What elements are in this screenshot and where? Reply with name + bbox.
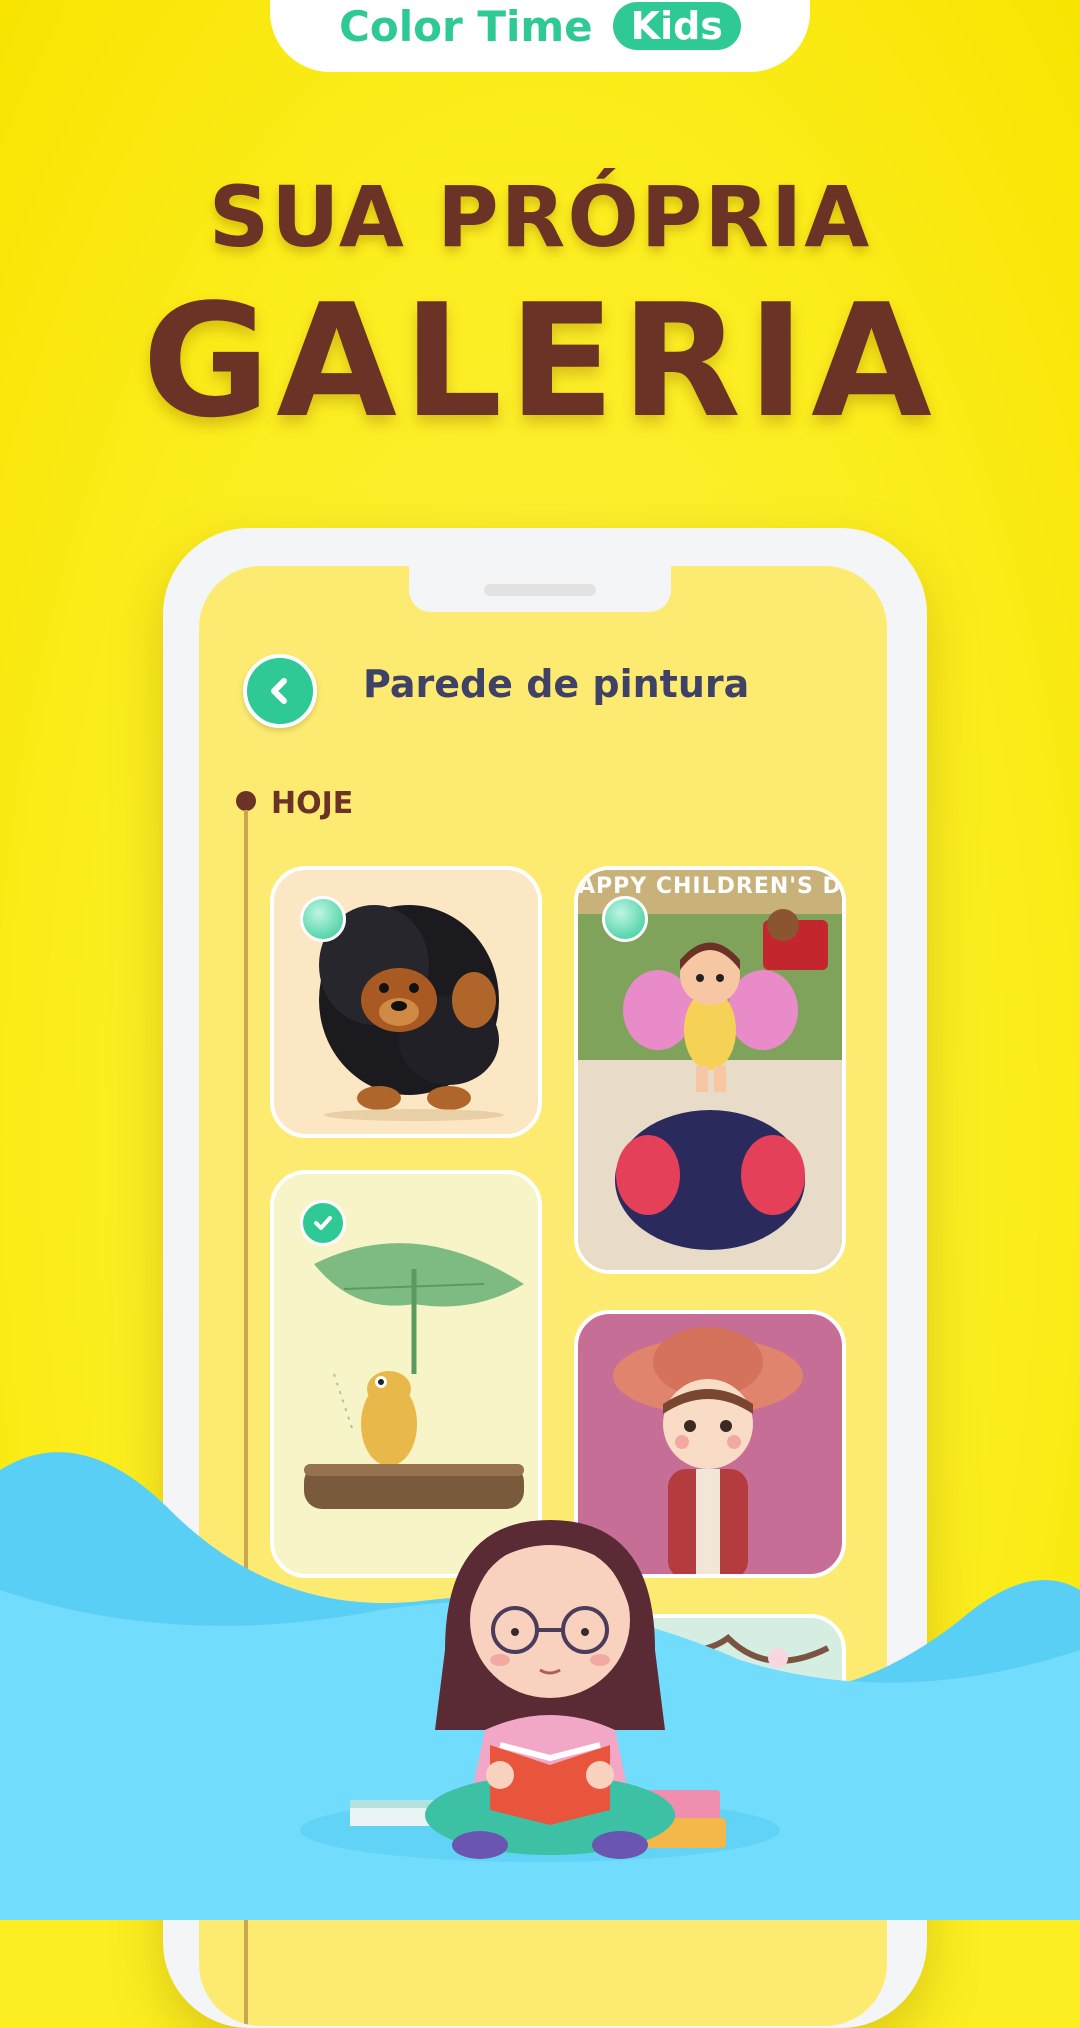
- brand-badge: Kids: [612, 2, 741, 50]
- select-toggle[interactable]: [300, 1200, 346, 1246]
- artwork-card-dog[interactable]: [270, 866, 542, 1138]
- check-icon: [314, 1216, 332, 1230]
- select-toggle[interactable]: [602, 896, 648, 942]
- brand-tab: Color Time Kids: [270, 0, 810, 72]
- headline-line2: GALERIA: [142, 270, 938, 452]
- screen-title: Parede de pintura: [363, 662, 750, 706]
- speaker-grill: [484, 584, 596, 596]
- headline-line1: SUA PRÓPRIA: [208, 168, 872, 266]
- artwork-card-butterfly-girl[interactable]: APPY CHILDREN'S DA: [574, 866, 846, 1274]
- chevron-left-icon: [271, 678, 287, 704]
- section-label-today: HOJE: [271, 786, 354, 821]
- card-banner-text: APPY CHILDREN'S DA: [578, 874, 842, 899]
- back-button[interactable]: [243, 654, 317, 728]
- timeline-dot: [236, 791, 256, 811]
- phone-notch: [409, 566, 671, 612]
- select-toggle[interactable]: [300, 896, 346, 942]
- brand-name: Color Time: [339, 1, 593, 51]
- girl-reading-illustration: [350, 1520, 726, 1859]
